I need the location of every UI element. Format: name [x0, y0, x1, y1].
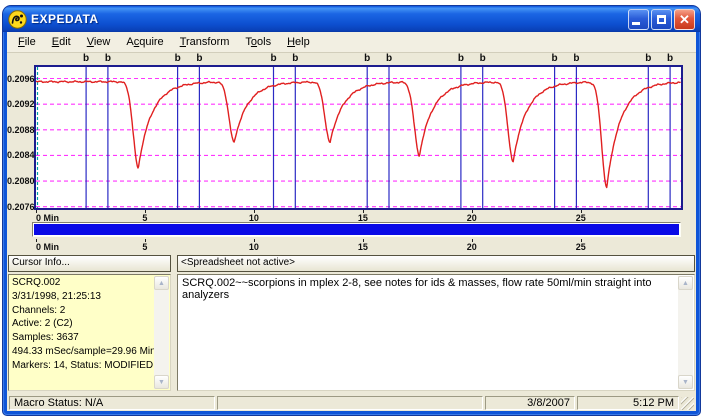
- scorpion-logo-icon: [8, 10, 27, 29]
- menu-item-view[interactable]: View: [79, 33, 119, 51]
- signal-chart: [36, 67, 681, 208]
- chart-plot-area[interactable]: [34, 65, 683, 210]
- y-tick-label: 0.2080: [7, 176, 32, 186]
- overview-bar[interactable]: [32, 222, 681, 237]
- window-content: FileEditViewAcquireTransformToolsHelp bb…: [7, 32, 696, 411]
- cursor-info-line: Channels: 2: [12, 304, 167, 318]
- maximize-icon: [657, 15, 666, 24]
- spreadsheet-header: <Spreadsheet not active>: [177, 255, 695, 272]
- menu-item-tools[interactable]: Tools: [237, 33, 279, 51]
- cursor-info-scrollbar[interactable]: ▲ ▼: [154, 276, 169, 389]
- macro-status: Macro Status: N/A: [9, 396, 215, 410]
- marker-label: b: [645, 53, 651, 64]
- marker-label: b: [480, 53, 486, 64]
- cursor-info-line: Active: 2 (C2): [12, 317, 167, 331]
- spreadsheet-scrollbar[interactable]: ▲ ▼: [678, 276, 693, 389]
- cursor-info-text: SCRQ.0023/31/1998, 21:25:13Channels: 2Ac…: [9, 275, 170, 374]
- status-bar: Macro Status: N/A 3/8/2007 5:12 PM: [7, 394, 696, 411]
- marker-label: b: [552, 53, 558, 64]
- x-tick-label: 25: [576, 242, 586, 252]
- marker-label: b: [458, 53, 464, 64]
- marker-label: b: [270, 53, 276, 64]
- overview-bar-fill: [34, 224, 679, 235]
- y-tick-label: 0.2076: [7, 202, 32, 212]
- marker-label: b: [83, 53, 89, 64]
- marker-label: b: [105, 53, 111, 64]
- menu-item-file[interactable]: File: [10, 33, 44, 51]
- menu-item-help[interactable]: Help: [279, 33, 318, 51]
- chart-panel: b b b b b b b b b b b b b b 0.2096 0.2092 0.2088 0.2084 0…: [7, 53, 696, 253]
- x-axis-overview: 0 Min 5 10 15 20 25: [34, 239, 683, 252]
- status-spacer: [217, 396, 483, 410]
- spreadsheet-panel: <Spreadsheet not active> SCRQ.002~~scorp…: [177, 255, 695, 391]
- y-tick-label: 0.2096: [7, 74, 32, 84]
- x-tick-label: 15: [358, 242, 368, 252]
- resize-grip[interactable]: [681, 397, 694, 410]
- marker-label: b: [573, 53, 579, 64]
- y-tick-label: 0.2088: [7, 125, 32, 135]
- cursor-info-box[interactable]: SCRQ.0023/31/1998, 21:25:13Channels: 2Ac…: [8, 274, 171, 391]
- window-title: EXPEDATA: [31, 12, 628, 26]
- marker-label: b: [196, 53, 202, 64]
- lower-panels: Cursor Info... SCRQ.0023/31/1998, 21:25:…: [7, 253, 696, 394]
- spreadsheet-box[interactable]: SCRQ.002~~scorpions in mplex 2-8, see no…: [177, 274, 695, 391]
- cursor-info-header: Cursor Info...: [8, 255, 171, 272]
- y-tick-label: 0.2084: [7, 150, 32, 160]
- cursor-info-line: 3/31/1998, 21:25:13: [12, 290, 167, 304]
- menu-item-edit[interactable]: Edit: [44, 33, 79, 51]
- x-tick-label: 20: [467, 242, 477, 252]
- marker-label: b: [175, 53, 181, 64]
- scroll-down-icon[interactable]: ▼: [678, 375, 693, 389]
- scroll-up-icon[interactable]: ▲: [678, 276, 693, 290]
- marker-label: b: [667, 53, 673, 64]
- menu-bar: FileEditViewAcquireTransformToolsHelp: [7, 32, 696, 53]
- y-tick-label: 0.2092: [7, 99, 32, 109]
- menu-item-acquire[interactable]: Acquire: [118, 33, 171, 51]
- minimize-icon: [632, 22, 640, 25]
- maximize-button[interactable]: [651, 9, 672, 30]
- close-icon: ✕: [679, 13, 690, 26]
- status-date: 3/8/2007: [485, 396, 575, 410]
- close-button[interactable]: ✕: [674, 9, 695, 30]
- cursor-info-line: Samples: 3637: [12, 331, 167, 345]
- x-tick-label: 10: [249, 242, 259, 252]
- x-tick-label: 5: [142, 242, 147, 252]
- title-bar[interactable]: EXPEDATA ✕: [3, 6, 700, 32]
- cursor-info-line: 494.33 mSec/sample=29.96 Min: [12, 345, 167, 359]
- app-window: EXPEDATA ✕ FileEditViewAcquireTransformT…: [3, 6, 700, 415]
- marker-label: b: [386, 53, 392, 64]
- marker-label: b: [364, 53, 370, 64]
- cursor-info-panel: Cursor Info... SCRQ.0023/31/1998, 21:25:…: [8, 255, 171, 391]
- scroll-down-icon[interactable]: ▼: [154, 375, 169, 389]
- x-tick-label: 0 Min: [36, 242, 59, 252]
- minimize-button[interactable]: [628, 9, 649, 30]
- cursor-info-line: SCRQ.002: [12, 276, 167, 290]
- status-time: 5:12 PM: [577, 396, 679, 410]
- spreadsheet-text: SCRQ.002~~scorpions in mplex 2-8, see no…: [178, 275, 694, 303]
- scroll-up-icon[interactable]: ▲: [154, 276, 169, 290]
- marker-label: b: [292, 53, 298, 64]
- cursor-info-line: Markers: 14, Status: MODIFIED: [12, 359, 167, 373]
- menu-item-transform[interactable]: Transform: [172, 33, 238, 51]
